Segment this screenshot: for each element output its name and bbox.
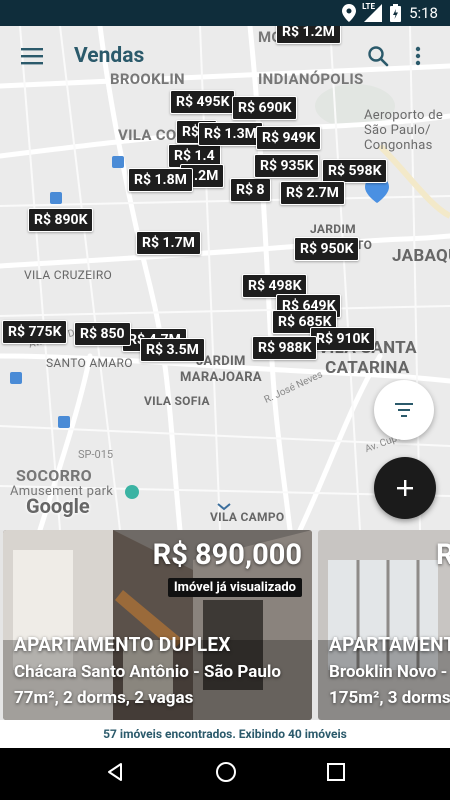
listing-type: APARTAMENTO DUPLEX bbox=[14, 633, 231, 656]
map-road-sp015: SP-015 bbox=[78, 448, 114, 461]
listing-card[interactable]: R$ APARTAMENT Brooklin Novo - 175m², 3 d… bbox=[318, 530, 450, 720]
price-pin[interactable]: R$ 850 bbox=[74, 322, 131, 346]
listing-info: APARTAMENTO DUPLEX Chácara Santo Antônio… bbox=[14, 633, 281, 708]
map-label-socorro: SOCORRO bbox=[16, 466, 93, 485]
plus-icon bbox=[397, 480, 413, 496]
price-pin[interactable]: R$ 949K bbox=[256, 126, 322, 150]
menu-icon bbox=[21, 48, 43, 65]
map-label-vila-sofia: VILA SOFIA bbox=[144, 394, 210, 408]
battery-icon bbox=[390, 4, 402, 22]
results-status: 57 imóveis encontrados. Exibindo 40 imóv… bbox=[0, 720, 450, 748]
price-pin[interactable]: R$ 1.3M bbox=[198, 122, 263, 146]
listing-carousel[interactable]: R$ 890,000 Imóvel já visualizado APARTAM… bbox=[0, 530, 450, 720]
location-icon bbox=[342, 4, 357, 22]
price-pin[interactable]: R$ 1.7M bbox=[136, 231, 201, 255]
map-label-jabaquara: JABAQU bbox=[392, 246, 450, 266]
search-button[interactable] bbox=[358, 36, 398, 76]
menu-button[interactable] bbox=[12, 36, 52, 76]
more-vert-icon bbox=[415, 46, 421, 66]
app-bar: Vendas bbox=[0, 26, 450, 86]
more-options-button[interactable] bbox=[398, 36, 438, 76]
price-pin[interactable]: R$ 598K bbox=[322, 159, 388, 183]
price-pin[interactable]: R$ 935K bbox=[254, 154, 320, 178]
price-pin[interactable]: R$ 1.8M bbox=[128, 168, 193, 192]
listing-price: R$ 890,000 bbox=[152, 538, 302, 572]
map-label-vila-cruzeiro: VILA CRUZEIRO bbox=[24, 268, 113, 282]
google-logo: Google bbox=[26, 494, 90, 518]
map-label-santo-amaro: SANTO AMARO bbox=[46, 356, 133, 370]
price-pin[interactable]: R$ 2.7M bbox=[280, 181, 345, 205]
map-label-aeroporto: Aeroporto de São Paulo/ Congonhas bbox=[364, 108, 444, 153]
listing-type: APARTAMENT bbox=[329, 633, 450, 656]
price-pin[interactable]: R$ 910K bbox=[310, 327, 376, 351]
back-button[interactable] bbox=[105, 762, 125, 786]
listing-specs: 175m², 3 dorms bbox=[329, 688, 450, 708]
viewed-badge: Imóvel já visualizado bbox=[167, 578, 302, 597]
price-pin[interactable]: R$ 950K bbox=[294, 237, 360, 261]
listing-location: Chácara Santo Antônio - São Paulo bbox=[14, 662, 281, 682]
map-label-jardim: JARDIM bbox=[310, 222, 356, 236]
system-nav-bar bbox=[0, 748, 450, 800]
filter-icon bbox=[395, 403, 413, 417]
price-pin[interactable]: R$ 495K bbox=[170, 90, 236, 114]
price-pin[interactable]: R$ 690K bbox=[232, 96, 298, 120]
listing-card[interactable]: R$ 890,000 Imóvel já visualizado APARTAM… bbox=[3, 530, 312, 720]
price-pin[interactable]: R$ 988K bbox=[252, 336, 318, 360]
add-button[interactable] bbox=[374, 457, 436, 519]
map-view[interactable]: MOEMA BROOKLIN INDIANÓPOLIS VILA CORD Ae… bbox=[0, 26, 450, 530]
price-pin[interactable]: R$ 890K bbox=[28, 208, 94, 232]
page-title: Vendas bbox=[74, 44, 145, 68]
search-icon bbox=[368, 46, 389, 67]
price-pin[interactable]: R$ 775K bbox=[2, 320, 68, 344]
listing-specs: 77m², 2 dorms, 2 vagas bbox=[14, 688, 194, 708]
home-icon bbox=[216, 762, 236, 782]
back-icon bbox=[108, 763, 122, 781]
price-pin[interactable]: R$ 3.5M bbox=[140, 338, 205, 362]
filter-button[interactable] bbox=[374, 380, 434, 440]
network-type: LTE bbox=[362, 2, 375, 11]
listing-location: Brooklin Novo - bbox=[329, 662, 448, 682]
listing-price: R$ bbox=[436, 538, 450, 572]
clock: 5:18 bbox=[409, 4, 438, 22]
map-label-vila-campo: VILA CAMPO bbox=[210, 510, 285, 524]
home-button[interactable] bbox=[215, 761, 237, 787]
status-bar: LTE 5:18 bbox=[0, 0, 450, 26]
recents-icon bbox=[327, 763, 345, 781]
recents-button[interactable] bbox=[327, 763, 345, 785]
price-pin[interactable]: R$ 8 bbox=[230, 178, 271, 202]
listing-info: APARTAMENT Brooklin Novo - 175m², 3 dorm… bbox=[329, 633, 450, 708]
